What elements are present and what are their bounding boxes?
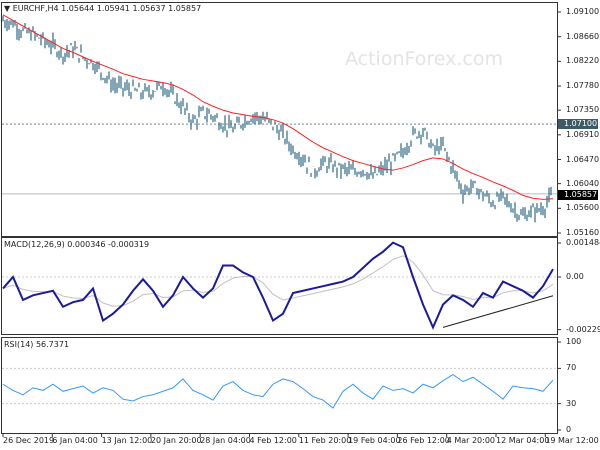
date-axis-label: 4 Mar 20:00 [446, 436, 496, 445]
macd-title: MACD(12,26,9) 0.000346 -0.000319 [4, 240, 150, 249]
price-axis-label: 1.05160 [566, 228, 600, 237]
price-header: ▼ EURCHF,H4 1.05644 1.05941 1.05637 1.05… [4, 4, 201, 13]
macd-trendline [442, 295, 554, 328]
date-axis-label: 4 Feb 12:00 [249, 436, 297, 445]
watermark: ActionForex.com [345, 48, 503, 70]
rsi-title: RSI(14) 56.7371 [4, 340, 70, 349]
price-axis-label: 1.08220 [566, 56, 600, 66]
rsi-axis-label: 30 [566, 398, 577, 408]
rsi-line [2, 373, 554, 409]
date-axis-label: 26 Feb 12:00 [397, 436, 450, 445]
date-axis-label: 12 Mar 04:00 [496, 436, 550, 445]
macd-axis-label: -0.002297 [566, 324, 600, 334]
panel-frame-1 [1, 237, 558, 335]
date-axis-label: 13 Jan 12:00 [101, 436, 153, 445]
price-axis-label: 1.09100 [566, 7, 600, 16]
chart-window: ActionForex.com ▼ EURCHF,H4 1.05644 1.05… [0, 0, 600, 450]
price-axis-label: 1.06910 [566, 129, 600, 139]
date-axis-label: 26 Dec 2019 [3, 436, 55, 445]
date-axis-label: 19 Feb 04:00 [348, 436, 401, 445]
open-value: 1.05644 [61, 4, 95, 13]
date-axis-label: 20 Jan 20:00 [150, 436, 202, 445]
date-axis-label: 6 Jan 04:00 [52, 436, 98, 445]
price-axis-label: 1.08660 [566, 31, 600, 41]
high-value: 1.05941 [96, 4, 130, 13]
low-value: 1.05637 [132, 4, 166, 13]
price-axis-label: 1.06040 [566, 178, 600, 188]
macd-signal-line [2, 255, 554, 307]
date-axis-label: 19 Mar 12:00 [545, 436, 599, 445]
dropdown-triangle-icon[interactable]: ▼ [4, 4, 10, 13]
level-tag: 1.07100 [558, 119, 598, 129]
price-axis-label: 1.05600 [566, 203, 600, 213]
last-price-tag: 1.05857 [558, 190, 598, 200]
panel-frame-2 [1, 337, 558, 434]
chart-canvas [1, 2, 561, 437]
close-value: 1.05857 [168, 4, 202, 13]
rsi-axis-label: 70 [566, 363, 577, 373]
symbol: EURCHF,H4 [12, 4, 59, 13]
rsi-axis-label: 0 [566, 425, 572, 434]
macd-axis-label: 0.00 [566, 272, 584, 281]
price-axis-label: 1.07350 [566, 105, 600, 115]
price-axis-label: 1.06470 [566, 154, 600, 164]
price-axis-label: 1.07780 [566, 81, 600, 91]
macd-line [2, 241, 554, 330]
rsi-axis-label: 100 [566, 337, 582, 346]
date-axis-label: 28 Jan 04:00 [200, 436, 251, 445]
macd-axis-label: 0.001484 [566, 238, 600, 247]
moving-average-line [2, 14, 554, 200]
panel-frame-0 [1, 2, 558, 237]
date-axis-label: 11 Feb 20:00 [298, 436, 352, 445]
